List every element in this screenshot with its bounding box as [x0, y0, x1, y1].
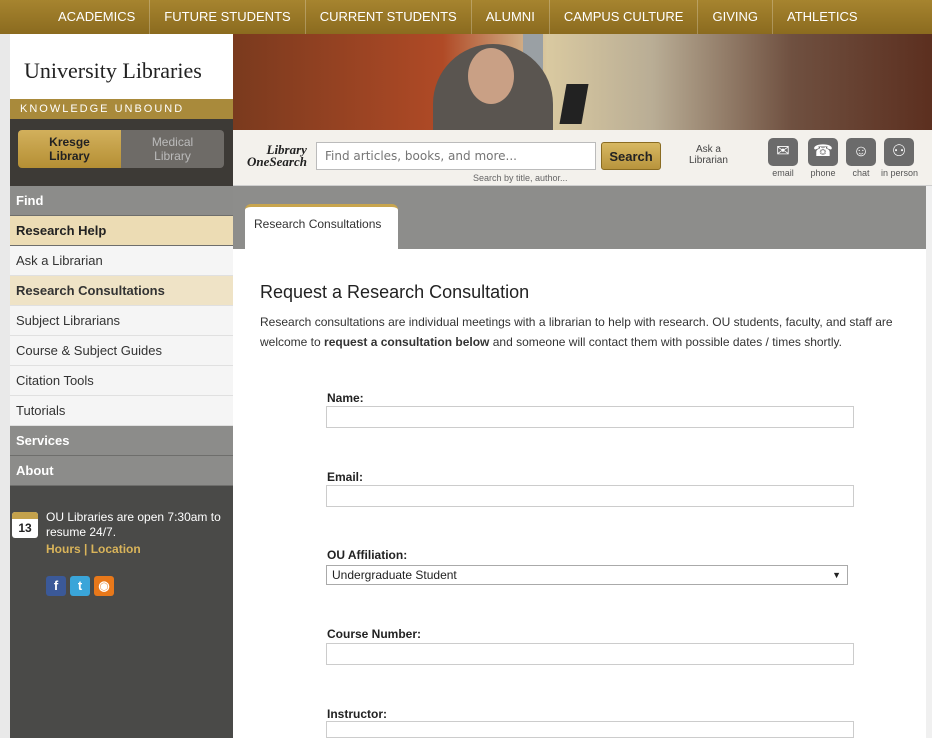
course-number-label: Course Number:: [327, 627, 422, 641]
hours-link[interactable]: Hours: [46, 542, 81, 556]
email-icon: ✉: [768, 138, 798, 166]
affiliation-selected-value: Undergraduate Student: [332, 568, 457, 582]
library-tab-kresge-label: Kresge Library: [49, 135, 90, 163]
phone-icon: ☎: [808, 138, 838, 166]
sidebar-section-research-help[interactable]: Research Help: [10, 216, 233, 246]
contact-in-person[interactable]: ⚇ in person: [881, 138, 919, 178]
twitter-icon[interactable]: t: [70, 576, 90, 596]
course-number-field[interactable]: [326, 643, 854, 665]
search-bar: Library OneSearch Search Search by title…: [233, 130, 932, 186]
tab-research-consultations[interactable]: Research Consultations: [245, 204, 398, 249]
sidebar-item-citation-tools[interactable]: Citation Tools: [10, 366, 233, 396]
banner-laptop: [559, 84, 589, 124]
search-button[interactable]: Search: [601, 142, 661, 170]
facebook-icon[interactable]: f: [46, 576, 66, 596]
library-tab-medical[interactable]: Medical Library: [121, 130, 224, 168]
sidebar-section-find[interactable]: Find: [10, 186, 233, 216]
intro-text-bold: request a consultation below: [324, 335, 490, 349]
library-tab-kresge[interactable]: Kresge Library: [18, 130, 121, 168]
top-navigation: ACADEMICS FUTURE STUDENTS CURRENT STUDEN…: [0, 0, 932, 34]
contact-email-label: email: [772, 168, 794, 178]
sidebar-item-subject-librarians[interactable]: Subject Librarians: [10, 306, 233, 336]
search-input[interactable]: [316, 142, 596, 170]
intro-text-part-2: and someone will contact them with possi…: [489, 335, 842, 349]
nav-current-students[interactable]: CURRENT STUDENTS: [306, 0, 472, 34]
scrollbar-track[interactable]: [926, 186, 932, 738]
sidebar-item-course-subject-guides[interactable]: Course & Subject Guides: [10, 336, 233, 366]
sidebar-item-ask-a-librarian[interactable]: Ask a Librarian: [10, 246, 233, 276]
nav-alumni[interactable]: ALUMNI: [472, 0, 550, 34]
sidebar-section-services[interactable]: Services: [10, 426, 233, 456]
rss-icon[interactable]: ◉: [94, 576, 114, 596]
intro-text: Research consultations are individual me…: [260, 312, 920, 352]
chevron-down-icon: ▼: [832, 570, 841, 580]
chat-icon: ☺: [846, 138, 876, 166]
nav-academics[interactable]: ACADEMICS: [0, 0, 151, 34]
people-icon: ⚇: [884, 138, 914, 166]
sidebar: Find Research Help Ask a Librarian Resea…: [10, 186, 233, 738]
social-links: f t ◉: [46, 576, 114, 596]
site-tagline: KNOWLEDGE UNBOUND: [10, 99, 233, 119]
banner-photo: [233, 34, 932, 130]
sidebar-item-research-consultations[interactable]: Research Consultations: [10, 276, 233, 306]
nav-athletics[interactable]: ATHLETICS: [773, 0, 872, 34]
page-title: Request a Research Consultation: [260, 282, 530, 302]
library-tab-medical-label: Medical Library: [151, 135, 194, 163]
affiliation-label: OU Affiliation:: [327, 548, 408, 562]
tab-strip: Research Consultations: [233, 186, 932, 249]
main-content: Research Consultations Request a Researc…: [233, 186, 932, 738]
ask-a-librarian-label: Ask a Librarian: [689, 144, 728, 166]
nav-future-students[interactable]: FUTURE STUDENTS: [150, 0, 306, 34]
email-field[interactable]: [326, 485, 854, 507]
hours-links: Hours | Location: [46, 542, 141, 556]
site-logo[interactable]: University Libraries: [10, 34, 233, 99]
name-label: Name:: [327, 391, 364, 405]
sidebar-section-about[interactable]: About: [10, 456, 233, 486]
hours-separator: |: [80, 542, 91, 556]
calendar-icon-top: [12, 512, 38, 519]
affiliation-select[interactable]: Undergraduate Student ▼: [326, 565, 848, 585]
contact-phone[interactable]: ☎ phone: [805, 138, 841, 178]
calendar-date: 13: [18, 521, 32, 535]
contact-chat-label: chat: [852, 168, 870, 178]
calendar-icon: 13: [12, 512, 38, 538]
sidebar-item-tutorials[interactable]: Tutorials: [10, 396, 233, 426]
onesearch-logo: Library OneSearch: [247, 142, 307, 169]
site-title: University Libraries: [24, 58, 202, 83]
brand-block: University Libraries KNOWLEDGE UNBOUND K…: [10, 34, 233, 186]
nav-giving[interactable]: GIVING: [698, 0, 773, 34]
contact-chat[interactable]: ☺ chat: [843, 138, 879, 178]
hours-text: OU Libraries are open 7:30am to resume 2…: [46, 510, 221, 539]
banner-student-head: [468, 48, 514, 104]
location-link[interactable]: Location: [91, 542, 141, 556]
instructor-field[interactable]: [326, 721, 854, 738]
name-field[interactable]: [326, 406, 854, 428]
search-hint: Search by title, author...: [473, 173, 568, 183]
contact-phone-label: phone: [810, 168, 836, 178]
contact-in-person-label: in person: [881, 168, 919, 178]
email-label: Email:: [327, 470, 364, 484]
nav-campus-culture[interactable]: CAMPUS CULTURE: [550, 0, 699, 34]
contact-email[interactable]: ✉ email: [765, 138, 801, 178]
instructor-label: Instructor:: [327, 707, 387, 721]
